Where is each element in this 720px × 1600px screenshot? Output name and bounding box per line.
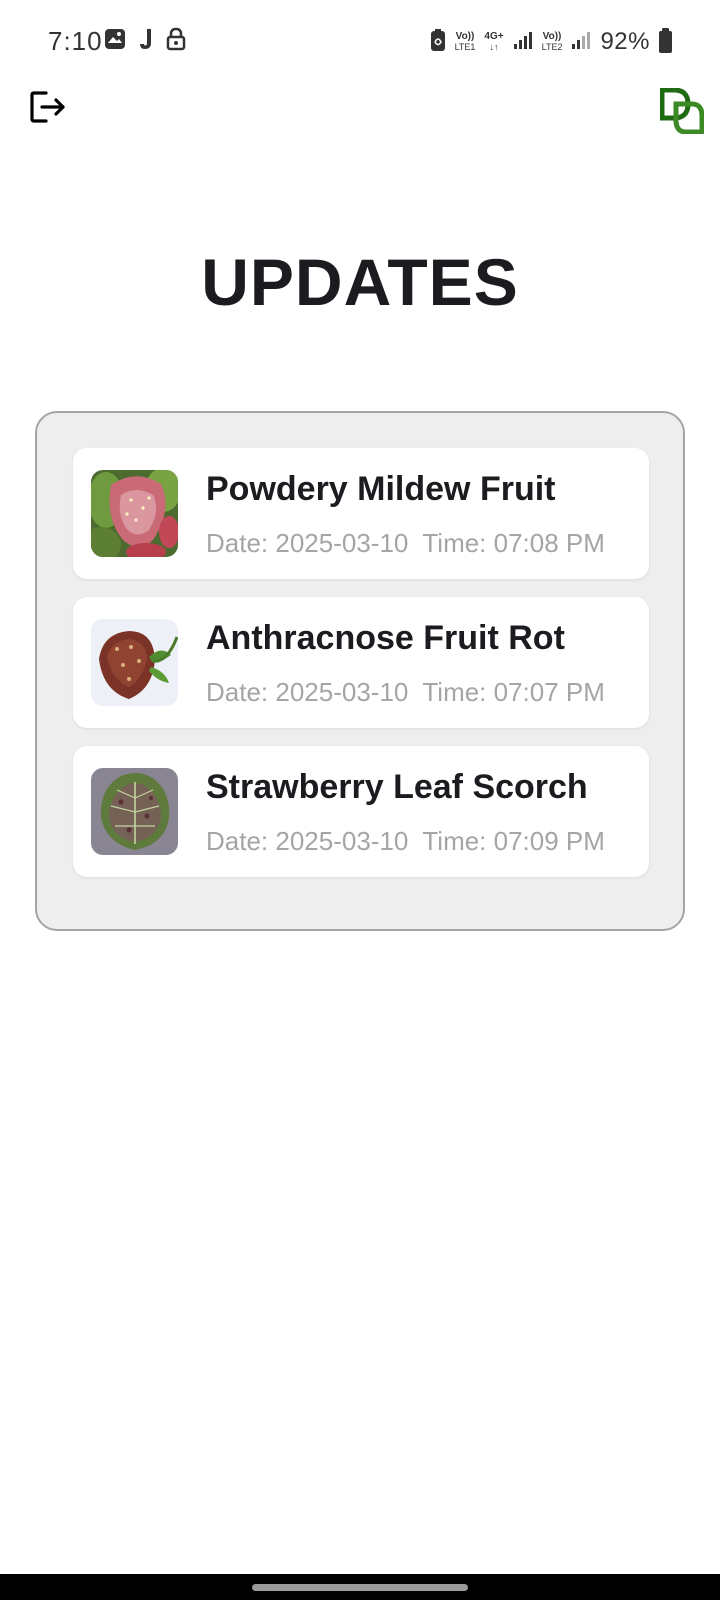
sim1-lte-label: LTE1 <box>454 42 476 52</box>
powdery-mildew-thumbnail <box>91 470 178 557</box>
update-card-leaf-scorch[interactable]: Strawberry Leaf Scorch Date: 2025-03-10 T… <box>73 746 649 877</box>
signal-icon-sim2 <box>571 30 591 55</box>
update-title: Strawberry Leaf Scorch <box>206 768 588 806</box>
status-time: 7:10 <box>48 26 103 56</box>
sim2-lte-label: LTE2 <box>541 42 563 52</box>
sim1-indicator: Vo)) LTE1 <box>455 31 476 53</box>
logout-icon <box>30 91 65 123</box>
battery-saver-icon <box>430 28 446 57</box>
update-time: Time: 07:08 PM <box>422 528 605 558</box>
sim1-volte-label: Vo)) <box>455 31 475 42</box>
j-icon <box>138 27 154 56</box>
update-card-powdery-mildew[interactable]: Powdery Mildew Fruit Date: 2025-03-10 Tim… <box>73 448 649 579</box>
signal-icon <box>513 30 533 55</box>
update-date: Date: 2025-03-10 <box>206 677 409 707</box>
update-meta: Date: 2025-03-10 Time: 07:08 PM <box>206 528 605 559</box>
update-time: Time: 07:07 PM <box>422 677 605 707</box>
network-type-label: 4G+ <box>484 31 504 42</box>
gallery-icon <box>104 28 126 55</box>
page-title: UPDATES <box>201 245 519 319</box>
update-title: Powdery Mildew Fruit <box>206 470 556 508</box>
update-card-anthracnose[interactable]: Anthracnose Fruit Rot Date: 2025-03-10 Ti… <box>73 597 649 728</box>
brand-logo <box>659 87 705 135</box>
network-type-indicator: 4G+ ↓↑ <box>484 31 503 53</box>
logout-button[interactable] <box>28 88 68 126</box>
battery-icon <box>659 28 672 53</box>
sim2-indicator: Vo)) LTE2 <box>542 31 563 53</box>
status-left-icons <box>104 26 186 56</box>
data-arrows-icon: ↓↑ <box>489 42 499 52</box>
update-meta: Date: 2025-03-10 Time: 07:09 PM <box>206 826 605 857</box>
leaf-scorch-thumbnail <box>91 768 178 855</box>
sim2-volte-label: Vo)) <box>542 31 562 42</box>
update-date: Date: 2025-03-10 <box>206 826 409 856</box>
home-gesture-handle[interactable] <box>252 1584 468 1591</box>
update-time: Time: 07:09 PM <box>422 826 605 856</box>
lock-icon <box>166 27 186 56</box>
navigation-bar <box>0 1574 720 1600</box>
update-meta: Date: 2025-03-10 Time: 07:07 PM <box>206 677 605 708</box>
battery-percent: 92% <box>600 28 650 55</box>
update-title: Anthracnose Fruit Rot <box>206 619 565 657</box>
status-right-icons: Vo)) LTE1 4G+ ↓↑ Vo)) LTE2 92% <box>430 26 672 58</box>
anthracnose-thumbnail <box>91 619 178 706</box>
updates-panel: Powdery Mildew Fruit Date: 2025-03-10 Tim… <box>35 411 685 931</box>
update-date: Date: 2025-03-10 <box>206 528 409 558</box>
status-bar: 7:10 Vo)) LTE1 4G+ ↓↑ Vo)) LTE2 92% <box>0 0 720 84</box>
